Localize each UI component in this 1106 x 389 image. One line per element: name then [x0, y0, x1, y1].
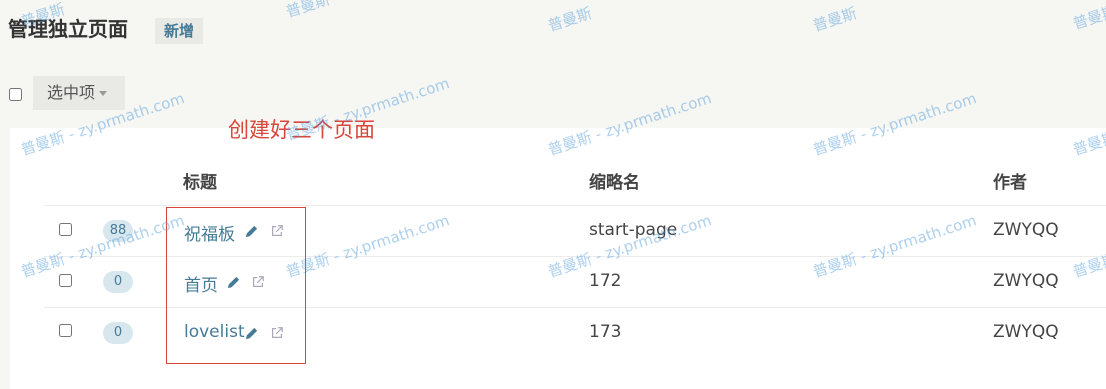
- slug-cell: 173: [589, 322, 622, 342]
- comment-count-badge[interactable]: 0: [103, 322, 133, 344]
- annotation-highlight-box: [166, 207, 306, 364]
- comment-count-badge[interactable]: 88: [103, 220, 133, 242]
- author-cell[interactable]: ZWYQQ: [993, 322, 1059, 342]
- slug-cell: 172: [589, 271, 622, 291]
- row-checkbox[interactable]: [59, 223, 72, 236]
- author-cell[interactable]: ZWYQQ: [993, 220, 1059, 240]
- author-cell[interactable]: ZWYQQ: [993, 271, 1059, 291]
- bulk-action-dropdown[interactable]: 选中项: [33, 76, 125, 110]
- watermark: 普曼斯: [1070, 1, 1106, 34]
- comment-count-badge[interactable]: 0: [103, 271, 133, 293]
- column-header-author[interactable]: 作者: [993, 168, 1027, 193]
- row-checkbox[interactable]: [59, 274, 72, 287]
- row-checkbox[interactable]: [59, 324, 72, 337]
- watermark: 普曼斯: [283, 0, 332, 22]
- watermark: 普曼斯: [810, 3, 859, 36]
- bulk-action-label: 选中项: [47, 83, 96, 102]
- caret-down-icon: [99, 91, 108, 96]
- slug-cell: start-page: [589, 220, 678, 240]
- page-title: 管理独立页面: [8, 17, 128, 41]
- header-divider: [44, 205, 1106, 206]
- select-all-checkbox[interactable]: [9, 88, 22, 101]
- watermark: 普曼斯: [545, 3, 594, 36]
- add-page-button[interactable]: 新增: [155, 18, 204, 44]
- column-header-title[interactable]: 标题: [183, 168, 217, 193]
- column-header-slug[interactable]: 缩略名: [589, 168, 640, 193]
- annotation-text: 创建好三个页面: [228, 118, 375, 142]
